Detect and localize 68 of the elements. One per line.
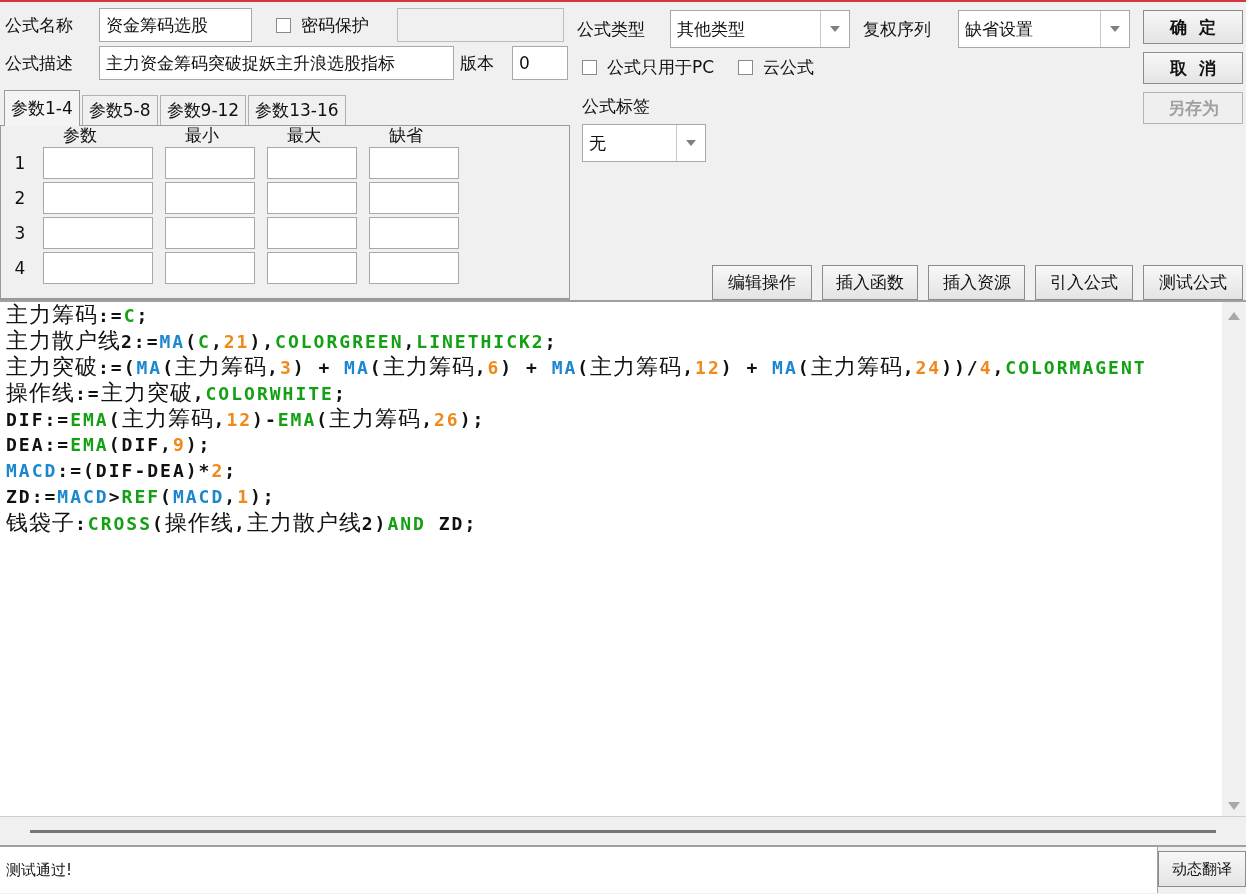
field-label: 公式描述 — [5, 51, 74, 75]
column-header: 参数 — [62, 126, 98, 144]
code-line: ZD:=MACD>REF(MACD,1); — [6, 485, 277, 509]
toolbar-button[interactable]: 编辑操作 — [712, 265, 812, 300]
param-field[interactable] — [43, 182, 153, 214]
tab[interactable]: 参数9-12 — [159, 95, 247, 125]
param-field[interactable] — [267, 182, 357, 214]
param-field[interactable] — [165, 147, 255, 179]
toolbar-button[interactable]: 插入函数 — [822, 265, 918, 300]
checkbox[interactable]: 公式只用于PC — [582, 56, 715, 79]
type-dropdown[interactable]: 其他类型 — [670, 10, 850, 48]
version-field[interactable]: 0 — [512, 46, 568, 80]
field-label: 公式名称 — [5, 13, 74, 37]
param-field[interactable] — [43, 217, 153, 249]
tab[interactable]: 参数5-8 — [81, 95, 158, 125]
param-field[interactable] — [369, 217, 459, 249]
field-label: 版本 — [460, 51, 495, 75]
tab[interactable]: 参数13-16 — [248, 95, 346, 125]
code-line: DEA:=EMA(DIF,9); — [6, 433, 213, 457]
param-field[interactable] — [267, 217, 357, 249]
row-number: 1 — [13, 152, 27, 175]
toolbar-button[interactable]: 引入公式 — [1035, 265, 1133, 300]
status-message: 测试通过! — [0, 847, 1158, 893]
column-header: 最小 — [184, 126, 220, 144]
code-editor[interactable] — [0, 300, 1246, 816]
param-field[interactable] — [43, 252, 153, 284]
param-field[interactable] — [165, 182, 255, 214]
name-field[interactable]: 资金筹码选股 — [99, 8, 252, 42]
description-field[interactable]: 主力资金筹码突破捉妖主升浪选股指标 — [99, 46, 454, 80]
tab[interactable]: 参数1-4 — [4, 90, 80, 126]
row-number: 4 — [13, 257, 27, 280]
dialog-button[interactable]: 取 消 — [1143, 52, 1243, 84]
field-label: 复权序列 — [863, 17, 932, 41]
code-line: MACD:=(DIF-DEA)*2; — [6, 459, 239, 483]
scroll-up-icon[interactable] — [1228, 312, 1240, 320]
checkbox[interactable]: 云公式 — [738, 56, 815, 79]
caret-icon — [830, 26, 840, 32]
param-field[interactable] — [267, 252, 357, 284]
code-line: 主力散户线2:=MA(C,21),COLORGREEN,LINETHICK2; — [6, 328, 559, 354]
param-field[interactable] — [369, 147, 459, 179]
checkbox[interactable]: 密码保护 — [276, 13, 369, 37]
toolbar-button[interactable]: 插入资源 — [928, 265, 1025, 300]
param-field[interactable] — [369, 252, 459, 284]
param-field[interactable] — [165, 252, 255, 284]
param-field[interactable] — [43, 147, 153, 179]
caret-icon — [686, 140, 696, 146]
scroll-down-icon[interactable] — [1228, 802, 1240, 810]
code-line: 主力筹码:=C; — [6, 302, 151, 328]
adjust-dropdown[interactable]: 缺省设置 — [958, 10, 1130, 48]
code-line: DIF:=EMA(主力筹码,12)-EMA(主力筹码,26); — [6, 406, 487, 432]
caret-icon — [1110, 26, 1120, 32]
code-line: 操作线:=主力突破,COLORWHITE; — [6, 380, 348, 406]
code-line: 钱袋子:CROSS(操作线,主力散户线2)AND ZD; — [6, 510, 479, 536]
param-field[interactable] — [267, 147, 357, 179]
param-field[interactable] — [165, 217, 255, 249]
dialog-button[interactable]: 确 定 — [1143, 10, 1243, 44]
row-number: 2 — [13, 187, 27, 210]
translate-button[interactable]: 动态翻译 — [1158, 851, 1246, 887]
field-label: 公式类型 — [577, 17, 646, 41]
toolbar-button[interactable]: 测试公式 — [1143, 265, 1243, 300]
field-label: 公式标签 — [582, 95, 651, 118]
tag-dropdown[interactable]: 无 — [582, 124, 706, 162]
scrollbar-thumb[interactable] — [30, 829, 1216, 833]
param-field[interactable] — [369, 182, 459, 214]
column-header: 缺省 — [388, 126, 424, 144]
column-header: 最大 — [286, 126, 322, 144]
row-number: 3 — [13, 222, 27, 245]
code-line: 主力突破:=(MA(主力筹码,3) + MA(主力筹码,6) + MA(主力筹码,12) + MA(主力筹码,24))/4,COLORMAGENT — [6, 354, 1148, 380]
